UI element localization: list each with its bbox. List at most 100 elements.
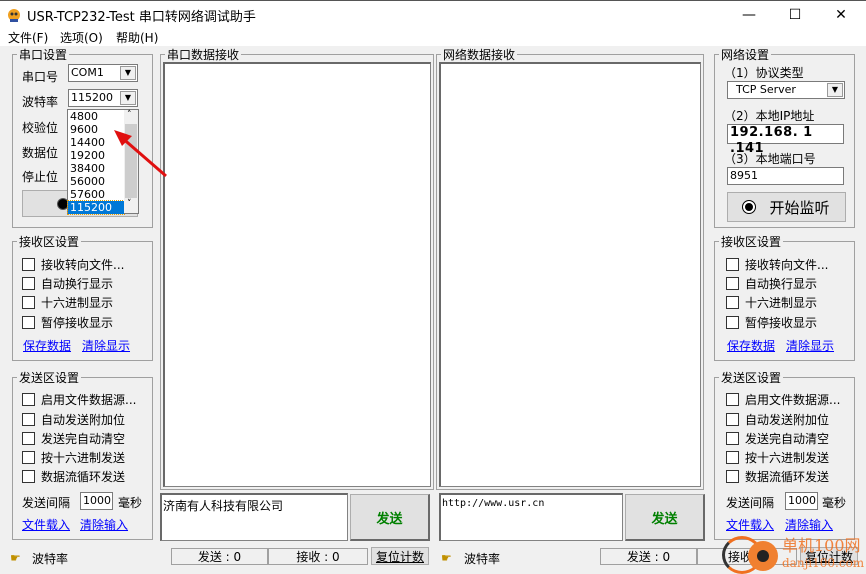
- checkbox[interactable]: [726, 451, 739, 464]
- left-recv-option[interactable]: 接收转向文件...: [22, 256, 124, 273]
- baud-value: 115200: [71, 91, 113, 104]
- checkbox[interactable]: [726, 277, 739, 290]
- right-recv-option[interactable]: 十六进制显示: [726, 294, 817, 311]
- option-label: 接收转向文件...: [41, 258, 125, 272]
- left-recv-option[interactable]: 自动换行显示: [22, 275, 113, 292]
- checkbox[interactable]: [726, 316, 739, 329]
- left-send-option[interactable]: 按十六进制发送: [22, 449, 125, 466]
- left-reset-count-button[interactable]: 复位计数: [371, 547, 429, 565]
- chevron-down-icon: ▼: [120, 66, 136, 80]
- option-label: 暂停接收显示: [745, 316, 818, 330]
- ip-input[interactable]: 192.168. 1 .141: [727, 124, 844, 156]
- option-label: 数据流循环发送: [745, 470, 830, 484]
- local-port-input[interactable]: 8951: [727, 167, 844, 185]
- close-icon: ✕: [835, 7, 847, 23]
- net-recv-title: 网络数据接收: [441, 46, 518, 63]
- maximize-button[interactable]: ☐: [772, 1, 818, 29]
- checkbox[interactable]: [726, 432, 739, 445]
- radio-dot-icon: [742, 200, 757, 214]
- left-interval-unit: 毫秒: [118, 496, 143, 510]
- menu-options[interactable]: 选项(O): [60, 29, 103, 46]
- serial-recv-title: 串口数据接收: [165, 46, 242, 63]
- serial-recv-area[interactable]: [163, 62, 431, 487]
- menu-file[interactable]: 文件(F): [8, 29, 48, 46]
- checkbox[interactable]: [22, 470, 35, 483]
- right-clear-display-link[interactable]: 清除显示: [786, 337, 834, 354]
- checkbox[interactable]: [726, 470, 739, 483]
- left-send-option[interactable]: 启用文件数据源...: [22, 391, 136, 408]
- start-listen-button[interactable]: 开始监听: [727, 192, 846, 222]
- left-interval-input[interactable]: 1000: [80, 492, 113, 510]
- right-send-option[interactable]: 自动发送附加位: [726, 411, 829, 428]
- checkbox[interactable]: [726, 393, 739, 406]
- right-interval-unit: 毫秒: [822, 496, 847, 510]
- serial-send-button[interactable]: 发送: [350, 494, 430, 541]
- right-save-data-link[interactable]: 保存数据: [727, 337, 775, 354]
- port-select[interactable]: COM1 ▼: [68, 64, 138, 82]
- protocol-value: TCP Server: [736, 83, 796, 96]
- right-recv-option[interactable]: 暂停接收显示: [726, 314, 817, 331]
- window-title: USR-TCP232-Test 串口转网络调试助手: [27, 10, 256, 25]
- checkbox[interactable]: [22, 258, 35, 271]
- left-recv-option[interactable]: 十六进制显示: [22, 294, 113, 311]
- close-button[interactable]: ✕: [818, 1, 864, 29]
- net-send-input[interactable]: http://www.usr.cn: [439, 493, 623, 541]
- option-label: 十六进制显示: [745, 296, 818, 310]
- right-sent-count: 发送 : 0: [600, 548, 697, 565]
- net-send-button[interactable]: 发送: [625, 494, 705, 541]
- left-send-option[interactable]: 数据流循环发送: [22, 468, 125, 485]
- baud-option-selected[interactable]: 115200: [67, 200, 125, 215]
- chevron-up-icon[interactable]: ˄: [127, 110, 132, 120]
- chevron-down-icon: ▼: [120, 91, 136, 105]
- serial-send-input[interactable]: 济南有人科技有限公司: [160, 493, 348, 541]
- right-interval-input[interactable]: 1000: [785, 492, 818, 510]
- left-recv-option[interactable]: 暂停接收显示: [22, 314, 113, 331]
- left-clear-display-link[interactable]: 清除显示: [82, 337, 130, 354]
- menu-bar: 文件(F) 选项(O) 帮助(H): [0, 28, 866, 46]
- option-label: 按十六进制发送: [745, 451, 830, 465]
- checkbox[interactable]: [726, 413, 739, 426]
- right-file-load-link[interactable]: 文件载入: [726, 516, 774, 533]
- right-send-option[interactable]: 发送完自动清空: [726, 430, 829, 447]
- checkbox[interactable]: [726, 296, 739, 309]
- minimize-icon: —: [742, 7, 756, 23]
- right-send-option[interactable]: 启用文件数据源...: [726, 391, 840, 408]
- checkbox[interactable]: [22, 296, 35, 309]
- checkbox[interactable]: [22, 413, 35, 426]
- pointing-hand-icon: ☛: [10, 551, 21, 565]
- left-send-option[interactable]: 自动发送附加位: [22, 411, 125, 428]
- chevron-down-icon[interactable]: ˅: [127, 199, 132, 209]
- baud-option[interactable]: 4800: [68, 110, 124, 123]
- option-label: 暂停接收显示: [41, 316, 114, 330]
- app-icon: [8, 9, 20, 22]
- baud-select[interactable]: 115200 ▼: [68, 89, 138, 107]
- protocol-select[interactable]: TCP Server ▼: [727, 81, 845, 99]
- menu-help[interactable]: 帮助(H): [116, 29, 158, 46]
- right-recv-option[interactable]: 自动换行显示: [726, 275, 817, 292]
- net-recv-area[interactable]: [439, 62, 701, 487]
- minimize-button[interactable]: —: [726, 1, 772, 29]
- checkbox[interactable]: [22, 432, 35, 445]
- left-save-data-link[interactable]: 保存数据: [23, 337, 71, 354]
- left-file-load-link[interactable]: 文件载入: [22, 516, 70, 533]
- right-send-option[interactable]: 按十六进制发送: [726, 449, 829, 466]
- checkbox[interactable]: [22, 451, 35, 464]
- right-send-option[interactable]: 数据流循环发送: [726, 468, 829, 485]
- checkbox[interactable]: [22, 277, 35, 290]
- right-recv-option[interactable]: 接收转向文件...: [726, 256, 828, 273]
- checkbox[interactable]: [726, 258, 739, 271]
- left-clear-input-link[interactable]: 清除输入: [80, 516, 128, 533]
- checkbox[interactable]: [22, 316, 35, 329]
- checkbox[interactable]: [22, 393, 35, 406]
- right-clear-input-link[interactable]: 清除输入: [785, 516, 833, 533]
- right-status-hint: 波特率: [464, 552, 501, 566]
- port-value: COM1: [71, 66, 104, 79]
- option-label: 启用文件数据源...: [41, 393, 137, 407]
- left-send-option[interactable]: 发送完自动清空: [22, 430, 125, 447]
- left-recv-settings-title: 接收区设置: [17, 233, 82, 250]
- watermark-url: danji100.com: [782, 556, 865, 570]
- ip-label: （2）本地IP地址: [724, 109, 815, 123]
- title-bar: USR-TCP232-Test 串口转网络调试助手 — ☐ ✕: [0, 0, 866, 28]
- option-label: 数据流循环发送: [41, 470, 126, 484]
- baud-option[interactable]: 57600: [68, 188, 124, 201]
